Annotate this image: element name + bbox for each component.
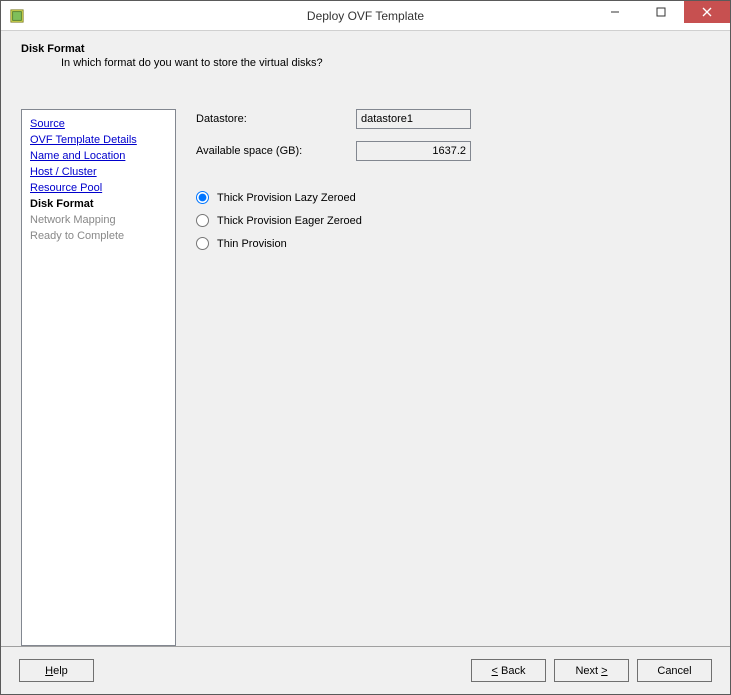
sidebar-item-disk-format: Disk Format bbox=[30, 196, 167, 212]
radio-label: Thin Provision bbox=[217, 238, 287, 250]
radio-label: Thick Provision Eager Zeroed bbox=[217, 215, 362, 227]
available-space-row: Available space (GB): 1637.2 bbox=[196, 141, 710, 161]
help-button[interactable]: Help bbox=[19, 659, 94, 682]
datastore-value: datastore1 bbox=[356, 109, 471, 129]
radio-thin[interactable]: Thin Provision bbox=[196, 237, 710, 250]
sidebar-item-resource-pool[interactable]: Resource Pool bbox=[30, 180, 167, 196]
page-subtitle: In which format do you want to store the… bbox=[61, 57, 710, 69]
cancel-button[interactable]: Cancel bbox=[637, 659, 712, 682]
radio-label: Thick Provision Lazy Zeroed bbox=[217, 192, 356, 204]
close-button[interactable] bbox=[684, 1, 730, 23]
minimize-button[interactable] bbox=[592, 1, 638, 23]
radio-thick-eager-input[interactable] bbox=[196, 214, 209, 227]
window-controls bbox=[592, 1, 730, 30]
deploy-ovf-window: Deploy OVF Template Disk Format In which… bbox=[0, 0, 731, 695]
sidebar-item-ovf-details[interactable]: OVF Template Details bbox=[30, 132, 167, 148]
wizard-footer: Help < Back Next > Cancel bbox=[1, 646, 730, 694]
wizard-header: Disk Format In which format do you want … bbox=[1, 31, 730, 79]
radio-thin-input[interactable] bbox=[196, 237, 209, 250]
available-space-label: Available space (GB): bbox=[196, 145, 356, 157]
available-space-value: 1637.2 bbox=[356, 141, 471, 161]
sidebar-item-host-cluster[interactable]: Host / Cluster bbox=[30, 164, 167, 180]
radio-thick-eager[interactable]: Thick Provision Eager Zeroed bbox=[196, 214, 710, 227]
datastore-label: Datastore: bbox=[196, 113, 356, 125]
sidebar-item-network-mapping: Network Mapping bbox=[30, 212, 167, 228]
disk-format-radio-group: Thick Provision Lazy Zeroed Thick Provis… bbox=[196, 191, 710, 250]
wizard-steps-sidebar: Source OVF Template Details Name and Loc… bbox=[21, 109, 176, 646]
sidebar-item-ready-complete: Ready to Complete bbox=[30, 228, 167, 244]
titlebar: Deploy OVF Template bbox=[1, 1, 730, 31]
main-panel: Datastore: datastore1 Available space (G… bbox=[176, 79, 710, 646]
page-title: Disk Format bbox=[21, 43, 710, 55]
radio-thick-lazy-input[interactable] bbox=[196, 191, 209, 204]
app-icon bbox=[9, 8, 25, 24]
maximize-button[interactable] bbox=[638, 1, 684, 23]
back-button[interactable]: < Back bbox=[471, 659, 546, 682]
next-button[interactable]: Next > bbox=[554, 659, 629, 682]
sidebar-item-name-location[interactable]: Name and Location bbox=[30, 148, 167, 164]
content-area: Source OVF Template Details Name and Loc… bbox=[1, 79, 730, 646]
sidebar-item-source[interactable]: Source bbox=[30, 116, 167, 132]
datastore-row: Datastore: datastore1 bbox=[196, 109, 710, 129]
radio-thick-lazy[interactable]: Thick Provision Lazy Zeroed bbox=[196, 191, 710, 204]
